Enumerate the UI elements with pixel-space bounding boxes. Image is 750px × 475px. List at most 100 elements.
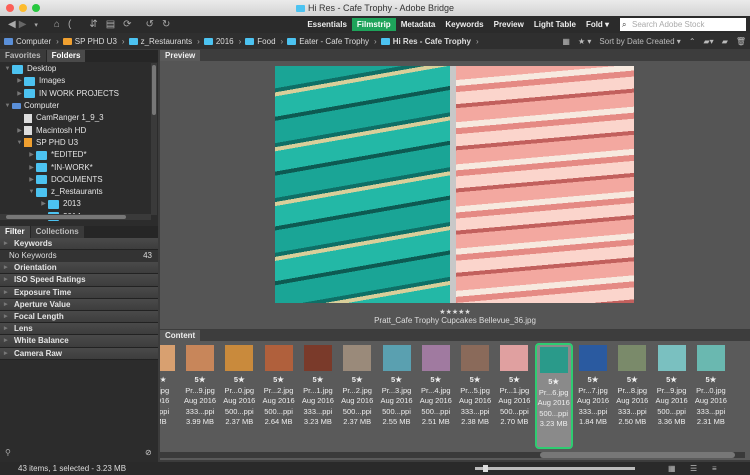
thumbnail-item[interactable]: 5★ Pr...3.jpg Aug 2016 500...ppi 2.55 MB	[378, 343, 416, 449]
breadcrumb-item[interactable]: Eater - Cafe Trophy ›	[287, 37, 377, 46]
history-dropdown-icon[interactable]: ▾	[34, 21, 38, 29]
disclosure-closed-icon[interactable]: ▶	[15, 125, 24, 137]
folder-tree-item[interactable]: ▼ SP PHD U3	[0, 137, 158, 149]
folder-tree-item[interactable]: ▼ Computer	[0, 100, 158, 112]
workspace-light-table[interactable]: Light Table	[529, 18, 581, 31]
workspace-fold[interactable]: Fold ▾	[581, 18, 614, 31]
camera-import-icon[interactable]: (	[68, 19, 71, 30]
folder-tree-item[interactable]: ▼ z_Restaurants	[0, 186, 158, 198]
filter-category[interactable]: Aperture Value	[0, 298, 158, 311]
trash-icon[interactable]: 🗑	[736, 37, 746, 46]
folder-tree-item[interactable]: ▶ 2013	[0, 198, 158, 210]
disclosure-closed-icon[interactable]: ▶	[27, 162, 36, 174]
disclosure-open-icon[interactable]: ▼	[15, 137, 24, 149]
tab-preview[interactable]: Preview	[160, 50, 201, 61]
list-view-icon[interactable]: ≡	[712, 462, 717, 475]
workspace-essentials[interactable]: Essentials	[302, 18, 352, 31]
disclosure-open-icon[interactable]: ▼	[3, 63, 12, 75]
folder-tree-item[interactable]: ▶ *EDITED*	[0, 149, 158, 161]
folder-tree-item[interactable]: ▼ Desktop	[0, 63, 158, 75]
folder-tree-item[interactable]: CamRanger 1_9_3	[0, 112, 158, 124]
filter-category[interactable]: ISO Speed Ratings	[0, 274, 158, 287]
refine-icon[interactable]: ⇵	[89, 19, 97, 30]
thumbnail-item[interactable]: 5★ Pr...5.jpg Aug 2016 333...ppi 2.38 MB	[456, 343, 494, 449]
breadcrumb-item[interactable]: z_Restaurants ›	[128, 37, 200, 46]
forward-icon[interactable]: ▶	[19, 19, 27, 30]
open-recent-folder-icon[interactable]: ▰▾	[704, 37, 714, 46]
back-icon[interactable]: ◀	[8, 19, 16, 30]
tab-collections[interactable]: Collections	[30, 226, 84, 238]
breadcrumb-item[interactable]: 2016 ›	[203, 37, 241, 46]
folder-tree-item[interactable]: ▶ IN WORK PROJECTS	[0, 88, 158, 100]
minimize-button[interactable]	[19, 4, 27, 12]
breadcrumb-item[interactable]: Hi Res - Cafe Trophy ›	[380, 37, 479, 46]
rotate-left-icon[interactable]: ↺	[146, 19, 154, 30]
filter-stars-icon[interactable]: ★ ▾	[578, 37, 591, 46]
zoom-button[interactable]	[32, 4, 40, 12]
disclosure-closed-icon[interactable]: ▶	[15, 88, 24, 100]
thumbnail-partial[interactable]: 5★...jpg2016...ppiMB	[160, 343, 180, 449]
disclosure-open-icon[interactable]: ▼	[27, 186, 36, 198]
sort-dropdown[interactable]: Sort by Date Created ▾	[599, 37, 680, 46]
tab-filter[interactable]: Filter	[0, 226, 30, 238]
folder-icon	[36, 175, 47, 185]
search-input[interactable]: ⌕ Search Adobe Stock	[620, 18, 746, 31]
filter-category[interactable]: White Balance	[0, 335, 158, 348]
thumbnail-item[interactable]: 5★ Pr...2.jpg Aug 2016 500...ppi 2.37 MB	[338, 343, 376, 449]
boomerang-icon[interactable]: ⌂	[54, 19, 60, 30]
content-horizontal-scrollbar[interactable]	[160, 452, 745, 458]
open-recent-icon[interactable]: ▤	[106, 19, 115, 30]
thumbnail-item[interactable]: 5★ Pr...0.jpg Aug 2016 500...ppi 2.37 MB	[220, 343, 258, 449]
filter-category[interactable]: Orientation	[0, 262, 158, 275]
clear-filter-icon[interactable]: ⊘	[145, 448, 152, 457]
disclosure-closed-icon[interactable]: ▶	[39, 198, 48, 210]
pin-icon[interactable]: ⚲	[5, 448, 11, 457]
filter-category[interactable]: Focal Length	[0, 310, 158, 324]
disclosure-closed-icon[interactable]: ▶	[27, 174, 36, 186]
thumbnail-item[interactable]: 5★ Pr...1.jpg Aug 2016 333...ppi 3.23 MB	[299, 343, 337, 449]
thumbnail-quality-icon[interactable]: ▦	[562, 37, 570, 46]
rotate-right-icon[interactable]: ↻	[162, 19, 170, 30]
new-folder-icon[interactable]: ▰	[722, 37, 728, 46]
disclosure-open-icon[interactable]: ▼	[3, 100, 12, 112]
thumbnail-item[interactable]: 5★ Pr...4.jpg Aug 2016 500...ppi 2.51 MB	[417, 343, 455, 449]
filter-category[interactable]: Lens	[0, 323, 158, 336]
tree-horizontal-scrollbar[interactable]	[0, 214, 151, 220]
folder-tree-item[interactable]: ▶ Macintosh HD	[0, 124, 158, 136]
thumbnail-item[interactable]: 5★ Pr...0.jpg Aug 2016 333...ppi 2.31 MB	[692, 343, 730, 449]
thumbnail-size-slider[interactable]	[475, 465, 635, 472]
workspace-keywords[interactable]: Keywords	[440, 18, 488, 31]
details-view-icon[interactable]: ☰	[690, 462, 697, 475]
thumbnail-item[interactable]: 5★ Pr...9.jpg Aug 2016 500...ppi 3.36 MB	[653, 343, 691, 449]
thumbnail-item[interactable]: 5★ Pr...8.jpg Aug 2016 333...ppi 2.50 MB	[613, 343, 651, 449]
thumbnail-item[interactable]: 5★ Pr...1.jpg Aug 2016 500...ppi 2.70 MB	[495, 343, 533, 449]
preview-rating[interactable]: ★★★★★	[160, 308, 750, 316]
thumbnail-item[interactable]: 5★ Pr...7.jpg Aug 2016 333...ppi 1.84 MB	[574, 343, 612, 449]
folder-tree-item[interactable]: ▶ *IN-WORK*	[0, 161, 158, 173]
filter-no-keywords[interactable]: No Keywords 43	[0, 250, 158, 263]
output-icon[interactable]: ⟳	[123, 19, 131, 30]
breadcrumb-item[interactable]: Computer ›	[4, 37, 59, 46]
workspace-preview[interactable]: Preview	[489, 18, 529, 31]
thumbnail-item[interactable]: 5★ Pr...2.jpg Aug 2016 500...ppi 2.64 MB	[260, 343, 298, 449]
grid-view-icon[interactable]: ▦	[668, 462, 676, 475]
close-button[interactable]	[6, 4, 14, 12]
folder-tree-item[interactable]: ▶ Images	[0, 75, 158, 87]
disclosure-closed-icon[interactable]: ▶	[15, 75, 24, 87]
sort-ascending-icon[interactable]: ⌃	[689, 37, 696, 46]
tree-vertical-scrollbar[interactable]	[151, 63, 157, 215]
filter-category[interactable]: Exposure Time	[0, 286, 158, 299]
thumbnail-item[interactable]: 5★ Pr...6.jpg Aug 2016 500...ppi 3.23 MB	[534, 343, 573, 449]
breadcrumb-item[interactable]: Food ›	[245, 37, 283, 46]
folder-tree-item[interactable]: ▶ DOCUMENTS	[0, 174, 158, 186]
thumbnail-item[interactable]: 5★ Pr...9.jpg Aug 2016 333...ppi 3.99 MB	[181, 343, 219, 449]
preview-image[interactable]	[275, 66, 634, 303]
workspace-metadata[interactable]: Metadata	[396, 18, 441, 31]
tab-folders[interactable]: Folders	[46, 50, 86, 62]
filter-category[interactable]: Camera Raw	[0, 347, 158, 360]
breadcrumb-item[interactable]: SP PHD U3 ›	[62, 37, 125, 46]
workspace-filmstrip[interactable]: Filmstrip	[351, 18, 396, 31]
disclosure-closed-icon[interactable]: ▶	[27, 149, 36, 161]
tab-favorites[interactable]: Favorites	[0, 50, 46, 62]
filter-keywords[interactable]: Keywords	[0, 238, 158, 251]
